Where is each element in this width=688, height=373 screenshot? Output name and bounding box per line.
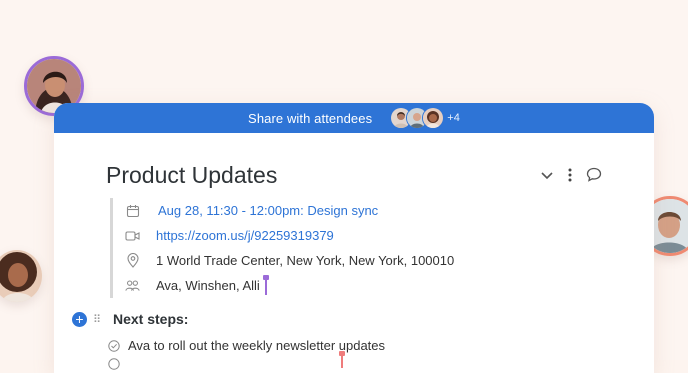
task-text[interactable]: Ava to roll out the weekly newsletter up… bbox=[128, 338, 385, 353]
extra-attendees-count: +4 bbox=[447, 112, 460, 124]
event-datetime-row[interactable]: Aug 28, 11:30 - 12:00pm: Design sync bbox=[125, 198, 485, 223]
event-attendees-row[interactable]: Ava, Winshen, Alli bbox=[125, 273, 485, 298]
event-attendees[interactable]: Ava, Winshen, Alli bbox=[156, 278, 260, 293]
collaborator-cursor-pink bbox=[339, 351, 345, 368]
next-steps-heading: Next steps: bbox=[113, 311, 189, 327]
attendee-avatar bbox=[422, 107, 445, 129]
check-circle-icon[interactable] bbox=[108, 357, 120, 373]
title-actions bbox=[540, 167, 602, 182]
meeting-note-card: Share with attendees +4 Product Updates bbox=[54, 103, 654, 373]
plus-icon[interactable]: + bbox=[72, 311, 87, 327]
location-pin-icon bbox=[125, 253, 140, 268]
task-item-next[interactable] bbox=[108, 357, 120, 373]
video-icon bbox=[125, 228, 140, 243]
collaborator-cursor-purple bbox=[262, 275, 269, 295]
people-icon bbox=[125, 278, 140, 293]
comment-icon[interactable] bbox=[586, 167, 602, 182]
next-steps-header: + ⠿ Next steps: bbox=[72, 311, 188, 327]
event-location: 1 World Trade Center, New York, New York… bbox=[156, 253, 455, 268]
event-details: Aug 28, 11:30 - 12:00pm: Design sync htt… bbox=[110, 198, 485, 298]
drag-handle-icon[interactable]: ⠿ bbox=[93, 313, 105, 326]
share-with-attendees-bar[interactable]: Share with attendees +4 bbox=[54, 103, 654, 133]
attendee-avatars[interactable]: +4 bbox=[390, 107, 460, 129]
chevron-down-icon[interactable] bbox=[540, 168, 554, 182]
event-link-row[interactable]: https://zoom.us/j/92259319379 bbox=[125, 223, 485, 248]
event-title[interactable]: Product Updates bbox=[106, 162, 277, 189]
calendar-icon bbox=[125, 203, 140, 218]
zoom-link[interactable]: https://zoom.us/j/92259319379 bbox=[156, 228, 334, 243]
check-circle-icon[interactable] bbox=[108, 339, 120, 352]
event-location-row: 1 World Trade Center, New York, New York… bbox=[125, 248, 485, 273]
more-vertical-icon[interactable] bbox=[568, 168, 572, 182]
share-label: Share with attendees bbox=[248, 110, 373, 126]
event-datetime[interactable]: Aug 28, 11:30 - 12:00pm: Design sync bbox=[158, 203, 378, 218]
